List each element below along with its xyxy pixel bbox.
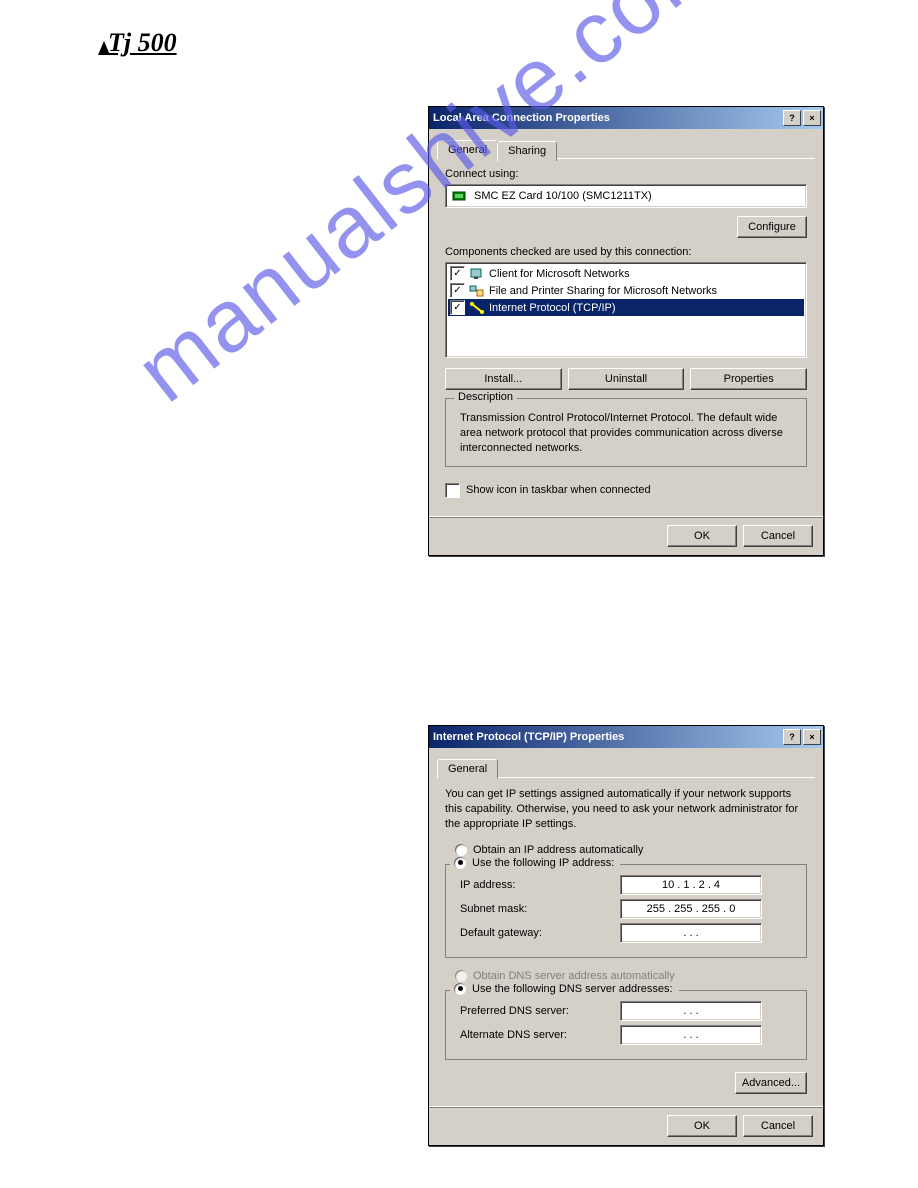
components-label: Components checked are used by this conn… <box>445 246 807 258</box>
titlebar[interactable]: Internet Protocol (TCP/IP) Properties ? … <box>429 726 823 748</box>
tab-general[interactable]: General <box>437 759 498 779</box>
show-icon-label: Show icon in taskbar when connected <box>466 484 651 496</box>
radio-use-following-dns-label: Use the following DNS server addresses: <box>472 983 673 995</box>
default-gateway-input[interactable]: . . . <box>620 923 762 943</box>
radio-obtain-dns-auto <box>455 970 467 982</box>
properties-button[interactable]: Properties <box>690 368 807 390</box>
close-button[interactable]: × <box>803 110 821 126</box>
subnet-mask-input[interactable]: 255 . 255 . 255 . 0 <box>620 899 762 919</box>
subnet-mask-label: Subnet mask: <box>460 903 620 915</box>
client-icon <box>469 267 485 281</box>
alternate-dns-input[interactable]: . . . <box>620 1025 762 1045</box>
window-title: Local Area Connection Properties <box>433 112 610 124</box>
protocol-icon <box>469 301 485 315</box>
advanced-button[interactable]: Advanced... <box>735 1072 807 1094</box>
share-icon <box>469 284 485 298</box>
use-dns-group: Use the following DNS server addresses: … <box>445 990 807 1060</box>
components-list[interactable]: ✓ Client for Microsoft Networks ✓ File a… <box>445 262 807 358</box>
ok-button[interactable]: OK <box>667 1115 737 1137</box>
help-button[interactable]: ? <box>783 110 801 126</box>
logo-text: Tj 500 <box>108 28 177 58</box>
list-item-label: Internet Protocol (TCP/IP) <box>489 302 616 314</box>
list-item[interactable]: ✓ Client for Microsoft Networks <box>448 265 804 282</box>
radio-use-following-ip-label: Use the following IP address: <box>472 857 614 869</box>
titlebar[interactable]: Local Area Connection Properties ? × <box>429 107 823 129</box>
description-legend: Description <box>454 391 517 403</box>
checkbox[interactable]: ✓ <box>450 300 465 315</box>
radio-obtain-ip-auto[interactable] <box>455 844 467 856</box>
window-title: Internet Protocol (TCP/IP) Properties <box>433 731 624 743</box>
close-button[interactable]: × <box>803 729 821 745</box>
ok-button[interactable]: OK <box>667 525 737 547</box>
default-gateway-label: Default gateway: <box>460 927 620 939</box>
nic-icon <box>452 189 468 203</box>
cancel-button[interactable]: Cancel <box>743 1115 813 1137</box>
tab-general[interactable]: General <box>437 140 498 160</box>
configure-button[interactable]: Configure <box>737 216 807 238</box>
preferred-dns-input[interactable]: . . . <box>620 1001 762 1021</box>
radio-obtain-ip-auto-label: Obtain an IP address automatically <box>473 844 643 856</box>
preferred-dns-label: Preferred DNS server: <box>460 1005 620 1017</box>
list-item-selected[interactable]: ✓ Internet Protocol (TCP/IP) <box>448 299 804 316</box>
help-button[interactable]: ? <box>783 729 801 745</box>
list-item[interactable]: ✓ File and Printer Sharing for Microsoft… <box>448 282 804 299</box>
uninstall-button[interactable]: Uninstall <box>568 368 685 390</box>
radio-use-following-ip[interactable] <box>454 857 466 869</box>
ip-address-input[interactable]: 10 . 1 . 2 . 4 <box>620 875 762 895</box>
radio-obtain-dns-auto-label: Obtain DNS server address automatically <box>473 970 675 982</box>
checkbox[interactable]: ✓ <box>450 283 465 298</box>
ip-address-label: IP address: <box>460 879 620 891</box>
show-icon-checkbox[interactable] <box>445 483 460 498</box>
checkbox[interactable]: ✓ <box>450 266 465 281</box>
list-item-label: File and Printer Sharing for Microsoft N… <box>489 285 717 297</box>
tcpip-properties-dialog: Internet Protocol (TCP/IP) Properties ? … <box>428 725 824 1146</box>
install-button[interactable]: Install... <box>445 368 562 390</box>
radio-use-following-dns[interactable] <box>454 983 466 995</box>
adapter-name: SMC EZ Card 10/100 (SMC1211TX) <box>474 190 652 202</box>
adapter-field: SMC EZ Card 10/100 (SMC1211TX) <box>445 184 807 208</box>
list-item-label: Client for Microsoft Networks <box>489 268 630 280</box>
use-ip-group: Use the following IP address: IP address… <box>445 864 807 958</box>
local-area-connection-dialog: Local Area Connection Properties ? × Gen… <box>428 106 824 556</box>
cancel-button[interactable]: Cancel <box>743 525 813 547</box>
tab-sharing[interactable]: Sharing <box>497 141 557 161</box>
description-group: Description Transmission Control Protoco… <box>445 398 807 467</box>
connect-using-label: Connect using: <box>445 168 807 180</box>
description-text: Transmission Control Protocol/Internet P… <box>460 411 796 456</box>
intro-text: You can get IP settings assigned automat… <box>445 787 807 832</box>
page-logo: Tj 500 <box>98 28 177 58</box>
alternate-dns-label: Alternate DNS server: <box>460 1029 620 1041</box>
